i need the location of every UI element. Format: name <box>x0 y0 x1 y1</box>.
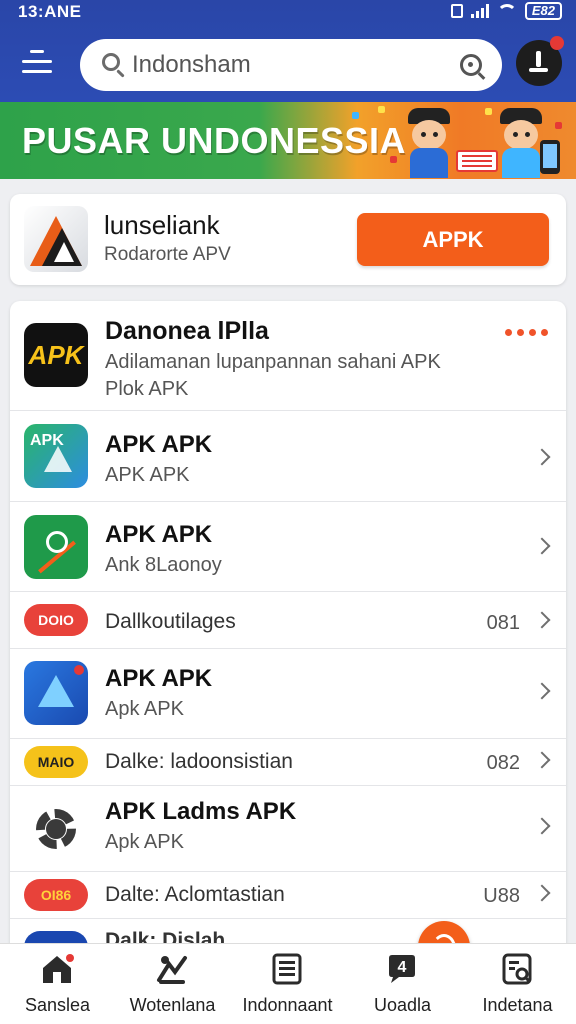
list-item[interactable]: OI86 Dalte: Aclomtastian U88 <box>10 872 566 919</box>
list-item[interactable]: APK Danonea lPlla Adilamanan lupanpannan… <box>10 301 566 411</box>
nav-label: Sanslea <box>24 995 91 1015</box>
status-time: 13:ANE <box>18 2 82 21</box>
news-icon <box>272 953 302 985</box>
nav-item-chat[interactable]: 4 Uoadla <box>345 944 460 1024</box>
cartoon-kid-icon <box>496 108 546 178</box>
list-item-subtitle: Ank 8Laonoy <box>105 554 222 576</box>
gear-icon <box>24 797 88 861</box>
list-header-line2: Plok APK <box>105 378 189 400</box>
list-item[interactable]: APK APK APK APK APK <box>10 411 566 502</box>
nav-label: Uoadla <box>373 995 432 1015</box>
chat-icon: 4 <box>389 955 415 983</box>
featured-app-card[interactable]: lunseliank Rodarorte APV APPK <box>10 194 566 285</box>
nav-label: Indetana <box>482 995 553 1015</box>
vibrate-icon <box>450 4 463 18</box>
chevron-right-icon <box>533 751 551 769</box>
chevron-right-icon <box>533 611 551 629</box>
search-input[interactable] <box>132 49 452 81</box>
chevron-right-icon <box>533 448 551 466</box>
status-icons: E82 <box>450 2 562 20</box>
banner-title: PUSAR UNDONESSIA <box>22 120 407 161</box>
app-icon <box>24 515 88 579</box>
list-item-number: 082 <box>486 752 520 774</box>
profile-card-icon <box>502 953 532 985</box>
list-item-subtitle: Apk APK <box>105 831 184 853</box>
list-item-subtitle: Apk APK <box>105 698 184 720</box>
app-badge-icon: DOIO <box>24 604 88 636</box>
confetti-icon <box>390 156 397 163</box>
chevron-right-icon <box>533 682 551 700</box>
confetti-icon <box>555 122 562 129</box>
chevron-right-icon <box>533 817 551 835</box>
app-icon: APK <box>24 424 88 488</box>
nav-label: Indonnaant <box>242 995 333 1015</box>
bottom-navigation: Sanslea Wotenlana Indonnaant 4 Uoadla In… <box>0 943 576 1024</box>
list-header-title: Danonea lPlla <box>105 317 269 345</box>
nav-item-news[interactable]: Indonnaant <box>230 944 345 1024</box>
app-badge-icon: OI86 <box>24 879 88 911</box>
search-bar[interactable] <box>80 39 502 91</box>
nav-label: Wotenlana <box>129 995 216 1015</box>
list-item[interactable]: MAIO Dalke: ladoonsistian 082 <box>10 739 566 786</box>
list-item-text: Dallkoutilages <box>105 610 236 633</box>
list-item-title: APK APK <box>105 431 213 458</box>
home-icon <box>43 954 74 983</box>
battery-icon: E82 <box>524 2 562 20</box>
wifi-icon <box>496 4 517 18</box>
list-item-subtitle: APK APK <box>105 464 190 486</box>
nav-item-home[interactable]: Sanslea <box>0 944 115 1024</box>
list-item-text: Dalke: ladoonsistian <box>105 750 293 773</box>
app-badge-icon: MAIO <box>24 746 88 778</box>
search-icon <box>102 53 120 71</box>
list-item-title: APK Ladms APK <box>105 798 297 825</box>
cartoon-kid-icon <box>404 108 454 178</box>
sign-icon <box>456 150 498 172</box>
app-list: APK Danonea lPlla Adilamanan lupanpannan… <box>10 301 566 961</box>
apk-logo-icon: APK <box>24 323 88 387</box>
explore-icon <box>157 956 187 984</box>
featured-app-subtitle: Rodarorte APV <box>104 244 231 265</box>
phone-icon <box>540 140 560 174</box>
menu-icon[interactable] <box>22 50 52 78</box>
list-item-number: U88 <box>483 885 520 907</box>
app-logo-icon <box>24 206 88 272</box>
app-icon <box>24 661 88 725</box>
download-apk-button[interactable]: APPK <box>357 213 549 266</box>
nav-item-explore[interactable]: Wotenlana <box>115 944 230 1024</box>
more-options-icon[interactable] <box>505 329 548 336</box>
app-header: 13:ANE E82 <box>0 0 576 102</box>
confetti-icon <box>378 106 385 113</box>
chevron-right-icon <box>533 884 551 902</box>
nav-item-profile[interactable]: Indetana <box>460 944 575 1024</box>
signal-icon <box>470 4 489 18</box>
list-item-title: APK APK <box>105 665 213 692</box>
list-item[interactable]: APK Ladms APK Apk APK <box>10 786 566 872</box>
promo-banner[interactable]: PUSAR UNDONESSIA <box>0 102 576 179</box>
notification-dot <box>550 36 564 50</box>
list-item-number: 081 <box>486 612 520 634</box>
list-item-text: Dalte: Aclomtastian <box>105 883 285 906</box>
list-item[interactable]: APK APK Ank 8Laonoy <box>10 502 566 592</box>
list-item[interactable]: APK APK Apk APK <box>10 649 566 739</box>
confetti-icon <box>352 112 359 119</box>
lens-icon[interactable] <box>460 54 482 76</box>
list-item[interactable]: DOIO Dallkoutilages 081 <box>10 592 566 649</box>
chevron-right-icon <box>533 537 551 555</box>
confetti-icon <box>485 108 492 115</box>
svg-text:4: 4 <box>398 959 407 976</box>
list-header-line1: Adilamanan lupanpannan sahani APK <box>105 351 441 373</box>
profile-icon[interactable] <box>516 36 564 86</box>
featured-app-title: lunseliank <box>104 210 220 240</box>
list-item-title: APK APK <box>105 521 213 548</box>
status-bar: 13:ANE E82 <box>0 0 576 26</box>
